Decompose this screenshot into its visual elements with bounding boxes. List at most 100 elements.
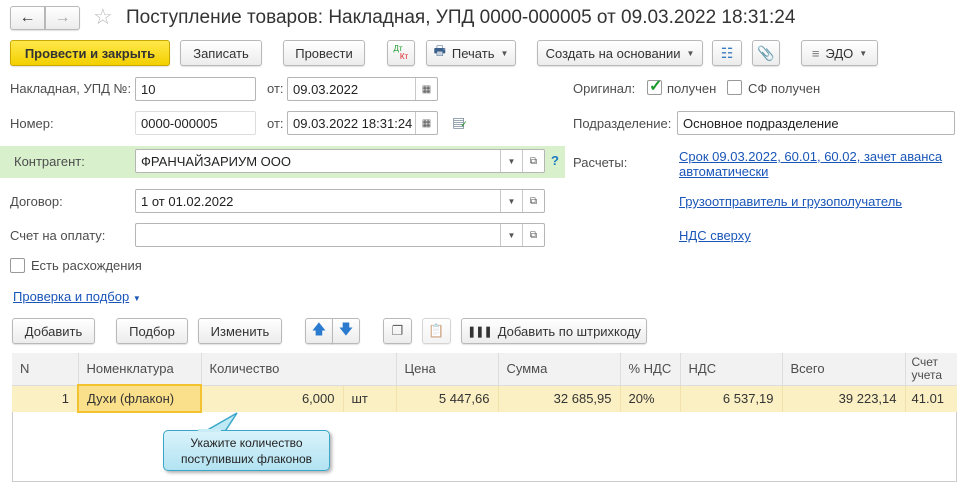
move-down-button[interactable]: 🡇 [332, 318, 360, 344]
cell-total[interactable]: 39 223,14 [782, 385, 906, 412]
structure-button[interactable]: ☷ [712, 40, 742, 66]
edit-button[interactable]: Изменить [198, 318, 282, 344]
create-based-on-button[interactable]: Создать на основании ▼ [537, 40, 703, 66]
discrepancy-checkbox[interactable] [10, 258, 25, 273]
contract-input[interactable]: 1 от 01.02.2022 ▼ ⧉ [135, 189, 545, 213]
table-row[interactable]: 1 Духи (флакон) 6,000 шт 5 447,66 32 685… [12, 384, 957, 413]
move-up-button[interactable]: 🡅 [305, 318, 333, 344]
chevron-down-icon: ▼ [859, 48, 868, 58]
paste-button[interactable]: 📋 [422, 318, 451, 344]
window-title: Поступление товаров: Накладная, УПД 0000… [126, 7, 796, 28]
edo-button[interactable]: ≡ ЭДО ▼ [801, 40, 878, 66]
open-icon[interactable]: ⧉ [522, 190, 544, 212]
barcode-icon: ❚❚❚ [467, 325, 493, 338]
number-date-label: от: [267, 116, 284, 131]
cell-account[interactable]: 41.01 [905, 385, 957, 412]
copy-icon: ❐ [391, 323, 404, 338]
kt-label: Кт [399, 52, 409, 61]
callout-pointer-join [198, 429, 221, 432]
number-input[interactable]: 0000-000005 [135, 111, 256, 135]
chevron-down-icon: ▼ [686, 48, 695, 58]
discrepancy-label: Есть расхождения [31, 258, 142, 273]
invoice-number-label: Накладная, УПД №: [10, 81, 132, 96]
post-button[interactable]: Провести [283, 40, 365, 66]
cell-vat[interactable]: 6 537,19 [680, 385, 783, 412]
arrow-down-icon: 🡇 [338, 321, 354, 337]
open-icon[interactable]: ⧉ [522, 150, 544, 172]
add-by-barcode-label: Добавить по штрихкоду [497, 323, 641, 339]
sf-received-label: СФ получен [748, 81, 821, 96]
column-header-sum[interactable]: Сумма [498, 353, 621, 386]
edo-icon: ≡ [811, 45, 820, 61]
column-header-vat[interactable]: НДС [680, 353, 783, 386]
arrow-left-icon: ← [19, 9, 36, 26]
contract-label: Договор: [10, 194, 63, 209]
counterparty-input[interactable]: ФРАНЧАЙЗАРИУМ ООО ▼ ⧉ [135, 149, 545, 173]
document-check-icon[interactable]: ▤✓ [452, 114, 468, 131]
column-header-total[interactable]: Всего [782, 353, 906, 386]
original-received-checkbox[interactable]: ✓ [647, 78, 662, 95]
cell-item[interactable]: Духи (флакон) [77, 384, 202, 413]
cell-n[interactable]: 1 [12, 385, 79, 412]
invoice-date-input[interactable]: 09.03.2022 ▦ [287, 77, 438, 101]
attach-button[interactable]: 📎 [752, 40, 780, 66]
cell-sum[interactable]: 32 685,95 [498, 385, 621, 412]
add-button[interactable]: Добавить [12, 318, 95, 344]
column-header-n[interactable]: N [12, 353, 79, 386]
number-date-value: 09.03.2022 18:31:24 [293, 115, 413, 131]
original-label: Оригинал: [573, 81, 636, 96]
counterparty-value: ФРАНЧАЙЗАРИУМ ООО [141, 153, 291, 169]
division-input[interactable]: Основное подразделение [677, 111, 955, 135]
favorite-star-icon[interactable]: ☆ [93, 4, 113, 30]
invoice-number-input[interactable]: 10 [135, 77, 256, 101]
column-header-account[interactable]: Счет учета [905, 353, 957, 386]
dropdown-icon[interactable]: ▼ [500, 224, 522, 246]
payment-invoice-input[interactable]: ▼ ⧉ [135, 223, 545, 247]
calendar-icon[interactable]: ▦ [415, 78, 437, 100]
cell-vat-rate[interactable]: 20% [620, 385, 681, 412]
paste-icon: 📋 [428, 323, 445, 338]
printer-icon: 🖶 [433, 43, 446, 58]
table-header-row: N Номенклатура Количество Цена Сумма % Н… [12, 353, 957, 386]
create-based-label: Создать на основании [545, 45, 681, 61]
payment-invoice-label: Счет на оплату: [10, 228, 106, 243]
division-label: Подразделение: [573, 116, 672, 131]
dropdown-icon[interactable]: ▼ [500, 150, 522, 172]
cell-unit[interactable]: шт [343, 385, 397, 412]
cell-quantity[interactable]: 6,000 [201, 385, 344, 412]
column-header-price[interactable]: Цена [396, 353, 499, 386]
shipper-consignee-link[interactable]: Грузоотправитель и грузополучатель [679, 194, 902, 209]
save-button[interactable]: Записать [180, 40, 262, 66]
number-date-input[interactable]: 09.03.2022 18:31:24 ▦ [287, 111, 438, 135]
dt-kt-button[interactable]: Дт Кт [387, 40, 415, 66]
add-by-barcode-button[interactable]: ❚❚❚ Добавить по штрихкоду [461, 318, 647, 344]
check-and-pick-link[interactable]: Проверка и подбор ▼ [13, 289, 141, 304]
back-button[interactable]: ← [10, 6, 45, 30]
post-and-close-button[interactable]: Провести и закрыть [10, 40, 170, 66]
help-icon[interactable]: ? [551, 153, 559, 168]
settlements-label: Расчеты: [573, 155, 628, 170]
contract-value: 1 от 01.02.2022 [141, 193, 234, 209]
pick-button[interactable]: Подбор [116, 318, 188, 344]
hint-callout: Укажите количество поступивших флаконов [163, 430, 330, 471]
vat-on-top-link[interactable]: НДС сверху [679, 228, 751, 243]
calendar-icon[interactable]: ▦ [415, 112, 437, 134]
print-button[interactable]: 🖶 Печать ▼ [426, 40, 516, 66]
open-icon[interactable]: ⧉ [522, 224, 544, 246]
column-header-quantity[interactable]: Количество [201, 353, 397, 386]
forward-button[interactable]: → [45, 6, 80, 30]
print-label: Печать [451, 45, 495, 61]
hierarchy-icon: ☷ [720, 44, 734, 61]
copy-button[interactable]: ❐ [383, 318, 412, 344]
settlements-link[interactable]: Срок 09.03.2022, 60.01, 60.02, зачет ава… [679, 149, 953, 179]
dropdown-icon[interactable]: ▼ [500, 190, 522, 212]
column-header-vat-rate[interactable]: % НДС [620, 353, 681, 386]
cell-price[interactable]: 5 447,66 [396, 385, 499, 412]
counterparty-label: Контрагент: [14, 154, 85, 169]
invoice-date-label: от: [267, 81, 284, 96]
sf-received-checkbox[interactable] [727, 80, 742, 95]
callout-line-1: Укажите количество [190, 436, 303, 450]
column-header-item[interactable]: Номенклатура [78, 353, 202, 386]
arrow-up-icon: 🡅 [311, 321, 327, 337]
chevron-down-icon: ▼ [132, 294, 141, 303]
